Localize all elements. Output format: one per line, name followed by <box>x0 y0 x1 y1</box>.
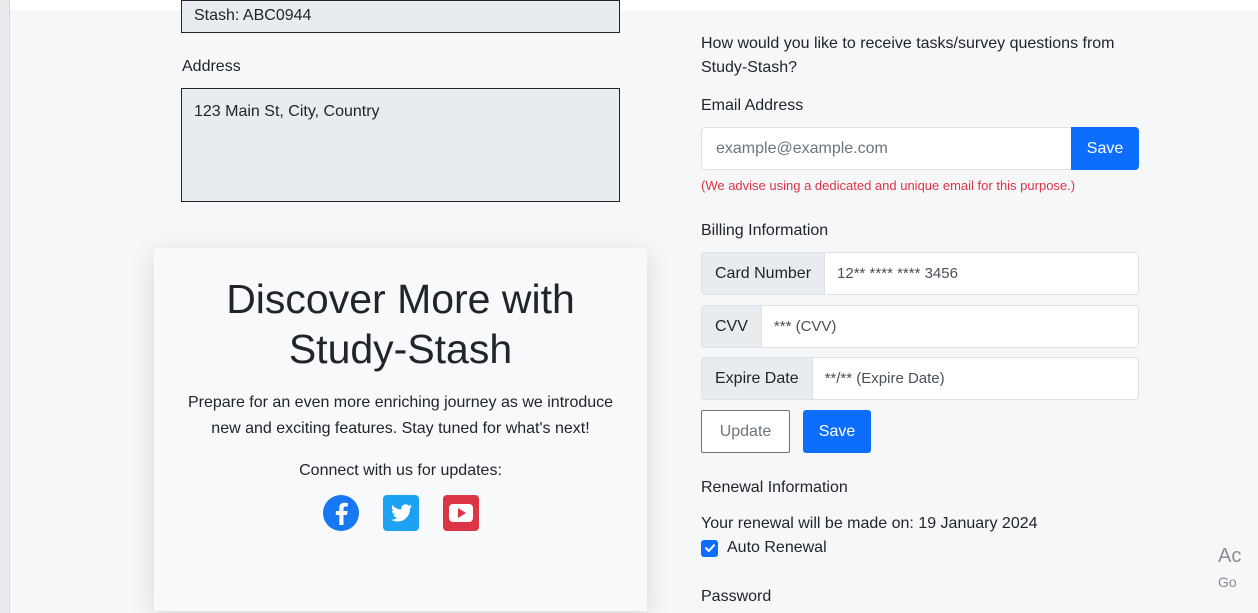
email-save-button[interactable]: Save <box>1071 127 1139 170</box>
billing-save-button[interactable]: Save <box>803 410 871 453</box>
expire-date-input[interactable] <box>812 357 1139 400</box>
email-input[interactable] <box>701 127 1071 170</box>
password-label: Password <box>701 588 772 605</box>
contact-question: How would you like to receive tasks/surv… <box>701 35 1115 76</box>
profile-page: Stash: ABC0944 Address 123 Main St, City… <box>10 0 1258 613</box>
window-left-edge <box>0 0 10 613</box>
check-icon <box>704 544 715 552</box>
promo-card: Discover More with Study-Stash Prepare f… <box>154 248 647 611</box>
cvv-label: CVV <box>701 305 762 348</box>
activation-watermark-line2: Go <box>1218 574 1237 590</box>
promo-title-line2: Study-Stash <box>288 326 513 372</box>
youtube-icon[interactable] <box>442 494 480 532</box>
facebook-icon[interactable] <box>322 494 360 532</box>
social-links <box>154 494 647 532</box>
renewal-date-text: Your renewal will be made on: 19 January… <box>701 515 1038 532</box>
renewal-heading: Renewal Information <box>701 479 848 496</box>
address-label: Address <box>182 58 241 75</box>
stash-field: Stash: ABC0944 <box>181 0 620 33</box>
promo-title-line1: Discover More with <box>226 276 575 322</box>
auto-renewal-label: Auto Renewal <box>727 539 827 556</box>
email-input-group: Save <box>701 127 1139 170</box>
card-number-label: Card Number <box>701 252 826 295</box>
billing-update-button[interactable]: Update <box>701 410 790 453</box>
stash-value: Stash: ABC0944 <box>194 7 312 24</box>
email-advice: (We advise using a dedicated and unique … <box>701 178 1076 193</box>
address-field[interactable]: 123 Main St, City, Country <box>181 88 620 202</box>
auto-renewal-option: Auto Renewal <box>701 539 827 557</box>
card-number-input[interactable] <box>825 252 1139 295</box>
expire-date-label: Expire Date <box>701 357 813 400</box>
promo-title: Discover More with Study-Stash <box>154 274 647 374</box>
email-label: Email Address <box>701 97 804 114</box>
cvv-group: CVV <box>701 305 1139 348</box>
cvv-input[interactable] <box>761 305 1139 348</box>
twitter-icon[interactable] <box>382 494 420 532</box>
billing-heading: Billing Information <box>701 222 829 239</box>
expire-date-group: Expire Date <box>701 357 1139 400</box>
address-value: 123 Main St, City, Country <box>194 103 380 120</box>
activation-watermark-line1: Ac <box>1218 545 1242 567</box>
auto-renewal-checkbox[interactable] <box>701 539 718 557</box>
card-number-group: Card Number <box>701 252 1139 295</box>
promo-text: Prepare for an even more enriching journ… <box>187 394 614 437</box>
promo-connect-text: Connect with us for updates: <box>299 462 502 479</box>
